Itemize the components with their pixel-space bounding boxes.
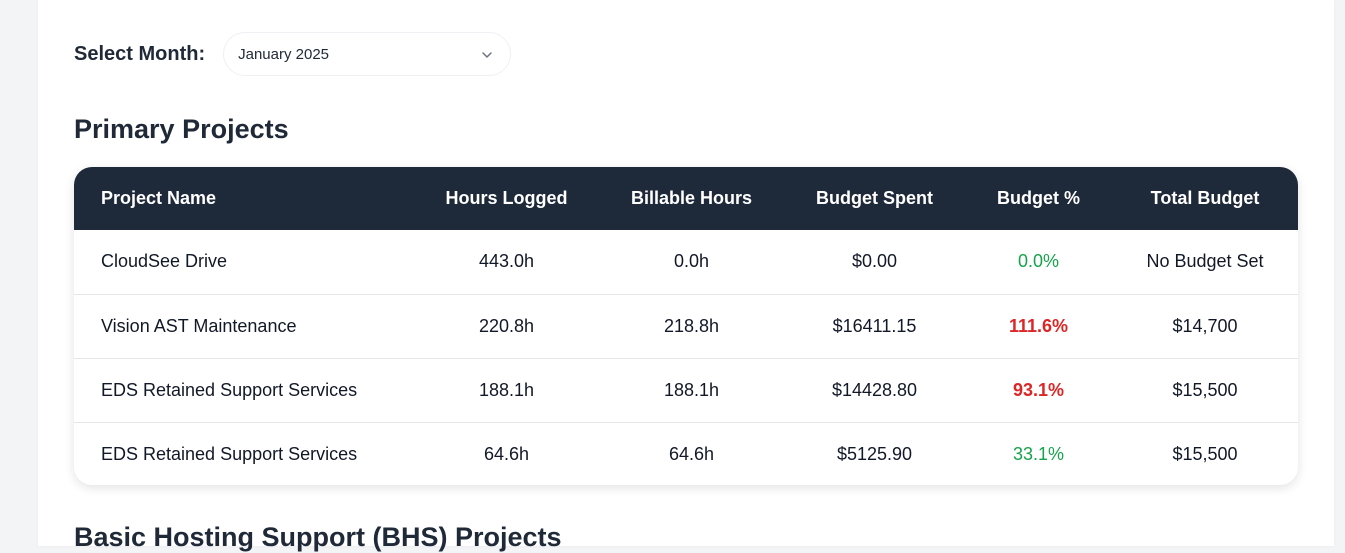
table-header-row: Project Name Hours Logged Billable Hours… bbox=[74, 167, 1298, 230]
budget-percent-cell: 0.0% bbox=[1017, 251, 1060, 272]
column-header-budget-percent: Budget % bbox=[997, 188, 1080, 208]
chevron-down-icon bbox=[482, 52, 492, 58]
month-selector-row: Select Month: January 2025 bbox=[74, 32, 512, 76]
project-name-cell: EDS Retained Support Services bbox=[101, 379, 358, 400]
project-name-cell: EDS Retained Support Services bbox=[101, 443, 358, 464]
table-row: EDS Retained Support Services 64.6h 64.6… bbox=[74, 422, 1298, 485]
table-row: EDS Retained Support Services 188.1h 188… bbox=[74, 358, 1298, 422]
bhs-projects-title: Basic Hosting Support (BHS) Projects bbox=[74, 522, 562, 552]
primary-projects-title: Primary Projects bbox=[74, 114, 289, 144]
total-budget-cell: No Budget Set bbox=[1146, 251, 1264, 272]
table-row: CloudSee Drive 443.0h 0.0h $0.00 0.0% No… bbox=[74, 230, 1298, 294]
budget-percent-cell: 93.1% bbox=[1012, 379, 1065, 400]
billable-hours-cell: 188.1h bbox=[663, 379, 720, 400]
budget-spent-cell: $0.00 bbox=[851, 251, 898, 272]
hours-logged-cell: 64.6h bbox=[483, 443, 530, 464]
budget-percent-cell: 33.1% bbox=[1012, 443, 1065, 464]
project-name-cell: Vision AST Maintenance bbox=[101, 315, 297, 336]
month-select-value: January 2025 bbox=[238, 45, 330, 63]
content-panel: Select Month: January 2025 Primary Proje… bbox=[38, 0, 1334, 552]
total-budget-cell: $15,500 bbox=[1172, 379, 1238, 400]
budget-percent-cell: 111.6% bbox=[1008, 315, 1069, 336]
hours-logged-cell: 443.0h bbox=[478, 251, 535, 272]
billable-hours-cell: 64.6h bbox=[668, 443, 715, 464]
column-header-hours-logged: Hours Logged bbox=[445, 188, 568, 208]
billable-hours-cell: 0.0h bbox=[673, 251, 710, 272]
column-header-billable-hours: Billable Hours bbox=[630, 188, 753, 208]
budget-spent-cell: $14428.80 bbox=[831, 379, 918, 400]
month-select[interactable]: January 2025 bbox=[223, 32, 512, 76]
project-name-cell: CloudSee Drive bbox=[101, 251, 228, 272]
billable-hours-cell: 218.8h bbox=[663, 315, 720, 336]
table-row: Vision AST Maintenance 220.8h 218.8h $16… bbox=[74, 294, 1298, 358]
hours-logged-cell: 188.1h bbox=[478, 379, 535, 400]
primary-projects-table-card: Project Name Hours Logged Billable Hours… bbox=[74, 167, 1298, 485]
budget-spent-cell: $5125.90 bbox=[836, 443, 913, 464]
column-header-budget-spent: Budget Spent bbox=[816, 188, 933, 208]
total-budget-cell: $14,700 bbox=[1172, 315, 1238, 336]
budget-spent-cell: $16411.15 bbox=[832, 315, 917, 336]
column-header-total-budget: Total Budget bbox=[1150, 188, 1260, 208]
month-label: Select Month: bbox=[74, 42, 206, 65]
column-header-project-name: Project Name bbox=[101, 188, 217, 208]
total-budget-cell: $15,500 bbox=[1172, 443, 1238, 464]
hours-logged-cell: 220.8h bbox=[478, 315, 535, 336]
primary-projects-table: Project Name Hours Logged Billable Hours… bbox=[74, 167, 1298, 485]
